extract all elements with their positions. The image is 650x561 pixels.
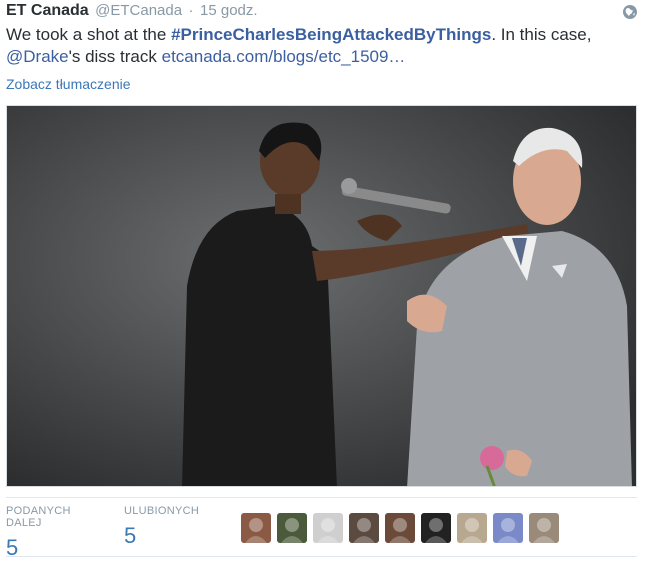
- author-handle[interactable]: @ETCanada: [95, 2, 182, 19]
- retweets-stat[interactable]: PODANYCH DALEJ 5: [6, 505, 71, 561]
- tweet-photo[interactable]: [6, 105, 637, 487]
- translate-link[interactable]: Zobacz tłumaczenie: [6, 76, 131, 92]
- mention-link[interactable]: @Drake: [6, 47, 69, 66]
- divider: [6, 556, 637, 557]
- tweet-text-part: We took a shot at the: [6, 25, 172, 44]
- divider: [6, 497, 637, 498]
- favoriter-avatar-5[interactable]: [385, 513, 415, 543]
- favoriter-avatar-1[interactable]: [241, 513, 271, 543]
- favoriter-avatar-3[interactable]: [313, 513, 343, 543]
- tweet-text-part: . In this case,: [491, 25, 592, 44]
- favoriter-avatar-7[interactable]: [457, 513, 487, 543]
- globe-icon[interactable]: [622, 4, 638, 20]
- separator: ·: [188, 2, 194, 19]
- url-link[interactable]: etcanada.com/blogs/etc_1509…: [162, 47, 406, 66]
- favorites-label: ULUBIONYCH: [124, 505, 200, 517]
- retweets-count[interactable]: 5: [6, 535, 71, 561]
- favoriter-avatar-4[interactable]: [349, 513, 379, 543]
- favoriter-avatar-8[interactable]: [493, 513, 523, 543]
- retweets-label: PODANYCH DALEJ: [6, 505, 71, 529]
- favoriter-avatar-2[interactable]: [277, 513, 307, 543]
- favorites-stat[interactable]: ULUBIONYCH 5: [124, 505, 199, 549]
- tweet-text: We took a shot at the #PrinceCharlesBein…: [6, 24, 636, 68]
- favorites-count[interactable]: 5: [124, 523, 199, 549]
- tweet-timestamp[interactable]: 15 godz.: [200, 2, 258, 19]
- tweet-text-part: 's diss track: [68, 47, 162, 66]
- author-name[interactable]: ET Canada: [6, 2, 89, 19]
- favoriter-avatar-9[interactable]: [529, 513, 559, 543]
- hashtag-link[interactable]: #PrinceCharlesBeingAttackedByThings: [171, 25, 491, 44]
- tweet-header: ET Canada @ETCanada · 15 godz.: [6, 2, 642, 24]
- favoriter-avatar-6[interactable]: [421, 513, 451, 543]
